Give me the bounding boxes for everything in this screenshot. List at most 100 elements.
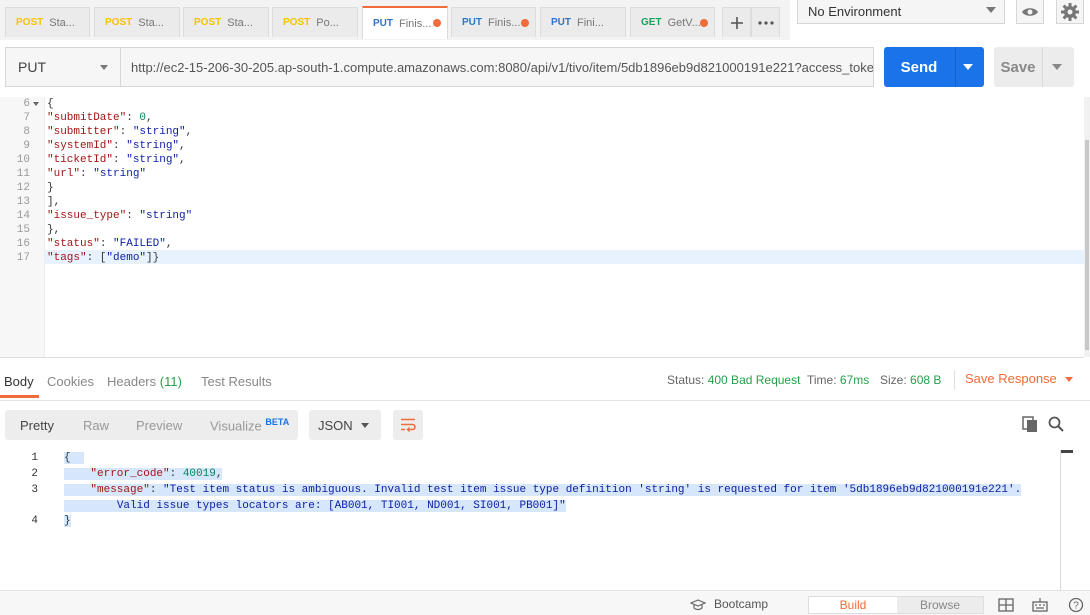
- request-tab-6[interactable]: PUT Finis...: [451, 7, 536, 37]
- save-button-group: Save: [994, 47, 1074, 87]
- tab-method: GET: [641, 17, 662, 28]
- send-options-chevron-icon[interactable]: [963, 64, 973, 70]
- code-line: "submitter": "string",: [47, 126, 193, 138]
- unsaved-dot-icon: [700, 19, 708, 27]
- code-line: "ticketId": "string",: [47, 154, 186, 166]
- status-meta: Status: 400 Bad Request: [667, 373, 801, 387]
- view-raw[interactable]: Raw: [83, 418, 109, 433]
- json-line: {: [64, 452, 84, 464]
- keyboard-icon[interactable]: [1032, 597, 1048, 613]
- json-line: }: [64, 515, 71, 527]
- tab-headers[interactable]: Headers (11): [107, 374, 182, 389]
- line-number: 6: [23, 98, 30, 110]
- tab-method: PUT: [551, 17, 571, 28]
- chevron-down-icon: [361, 423, 369, 428]
- line-number: 13: [16, 196, 30, 208]
- save-button[interactable]: Save: [994, 47, 1042, 87]
- url-text: http://ec2-15-206-30-205.ap-south-1.comp…: [131, 59, 874, 75]
- beta-badge: BETA: [265, 417, 290, 427]
- request-tab-3[interactable]: POST Sta...: [183, 7, 269, 37]
- tab-method: POST: [105, 17, 133, 28]
- graduation-cap-icon: [690, 599, 706, 611]
- line-number: 1: [31, 452, 38, 464]
- json-line: "error_code": 40019,: [64, 468, 223, 480]
- editor-scrollbar-thumb[interactable]: [1085, 140, 1089, 350]
- build-mode-button[interactable]: Build: [809, 597, 897, 613]
- tab-label: Finis...: [399, 17, 432, 30]
- tab-options-button[interactable]: [751, 7, 780, 37]
- code-line: {: [47, 98, 54, 110]
- http-method-label: PUT: [18, 59, 46, 75]
- line-number: 10: [16, 154, 30, 166]
- view-preview[interactable]: Preview: [136, 418, 182, 433]
- copy-icon[interactable]: [1021, 415, 1039, 433]
- request-tab-7[interactable]: PUT Fini...: [540, 7, 626, 37]
- save-options-chevron-icon[interactable]: [1052, 64, 1062, 70]
- view-visualize[interactable]: Visualize BETA: [210, 417, 289, 433]
- json-line: "message": "Test item status is ambiguou…: [64, 484, 1022, 496]
- tab-cookies[interactable]: Cookies: [47, 374, 94, 389]
- response-header-bar: Body Cookies Headers (11) Test Results S…: [0, 360, 1090, 401]
- two-pane-view-icon[interactable]: [998, 597, 1014, 613]
- unsaved-dot-icon: [433, 19, 441, 27]
- browse-mode-button[interactable]: Browse: [897, 597, 983, 613]
- size-meta: Size: 608 B: [880, 373, 942, 387]
- line-number: 4: [31, 515, 38, 527]
- code-line: "tags": ["demo"]}: [47, 252, 160, 264]
- request-body-editor[interactable]: 6 { 7 "submitDate": 0, 8 "submitter": "s…: [0, 97, 1084, 358]
- bootcamp-link[interactable]: Bootcamp: [714, 597, 768, 611]
- chevron-down-icon: [986, 7, 996, 13]
- tab-test-results[interactable]: Test Results: [201, 374, 272, 389]
- new-tab-button[interactable]: [722, 7, 751, 37]
- environment-settings-button[interactable]: [1056, 0, 1084, 24]
- help-icon[interactable]: ?: [1068, 597, 1084, 613]
- environment-select[interactable]: No Environment: [797, 0, 1005, 24]
- time-meta: Time: 67ms: [807, 373, 870, 387]
- request-tab-4[interactable]: POST Po...: [272, 7, 358, 37]
- save-divider: [1042, 47, 1043, 87]
- line-number: 8: [23, 126, 30, 138]
- code-line: }: [47, 182, 54, 194]
- search-icon[interactable]: [1047, 415, 1065, 433]
- plus-icon: [730, 16, 743, 29]
- code-line: "systemId": "string",: [47, 140, 186, 152]
- wrap-lines-icon: [401, 418, 416, 432]
- gear-icon: [1061, 2, 1079, 21]
- view-pretty[interactable]: Pretty: [20, 418, 54, 433]
- request-tab-1[interactable]: POST Sta...: [5, 7, 90, 37]
- current-line-highlight: [0, 250, 1084, 264]
- send-button[interactable]: Send: [884, 47, 954, 87]
- code-line: "issue_type": "string": [47, 210, 193, 222]
- tab-body[interactable]: Body: [4, 374, 34, 389]
- code-line: "status": "FAILED",: [47, 238, 173, 250]
- svg-text:?: ?: [1073, 601, 1079, 612]
- url-input[interactable]: http://ec2-15-206-30-205.ap-south-1.comp…: [121, 47, 874, 87]
- tab-method: PUT: [373, 18, 393, 29]
- tab-label: Po...: [316, 16, 339, 29]
- line-number: 7: [23, 112, 30, 124]
- response-body-viewer[interactable]: 1 2 3 4 { "error_code": 40019, "message"…: [0, 448, 1060, 588]
- tab-label: Finis...: [488, 16, 521, 29]
- code-line: ],: [47, 196, 61, 208]
- response-scrollbar-thumb[interactable]: [1061, 450, 1073, 453]
- request-tab-8[interactable]: GET GetV...: [630, 7, 715, 37]
- fold-arrow-icon[interactable]: [33, 102, 39, 107]
- wrap-lines-button[interactable]: [393, 410, 423, 440]
- format-select[interactable]: JSON: [309, 410, 381, 440]
- save-response-button[interactable]: Save Response: [965, 371, 1073, 386]
- time-value: 67ms: [839, 373, 870, 387]
- tab-method: POST: [16, 17, 44, 28]
- tab-label: GetV...: [667, 16, 701, 29]
- more-horizontal-icon: [757, 20, 774, 25]
- request-tab-5-active[interactable]: PUT Finis...: [362, 6, 448, 39]
- status-value: 400 Bad Request: [707, 373, 801, 387]
- line-number: 3: [31, 484, 38, 496]
- response-view-group: Pretty Raw Preview Visualize BETA: [5, 410, 298, 440]
- eye-icon: [1022, 7, 1038, 16]
- mode-toggle: Build Browse: [808, 596, 984, 614]
- line-number: 14: [16, 210, 30, 222]
- http-method-select[interactable]: PUT: [5, 47, 121, 87]
- request-tab-2[interactable]: POST Sta...: [94, 7, 180, 37]
- environment-quick-look-button[interactable]: [1016, 0, 1044, 24]
- response-scrollbar[interactable]: [1060, 450, 1075, 590]
